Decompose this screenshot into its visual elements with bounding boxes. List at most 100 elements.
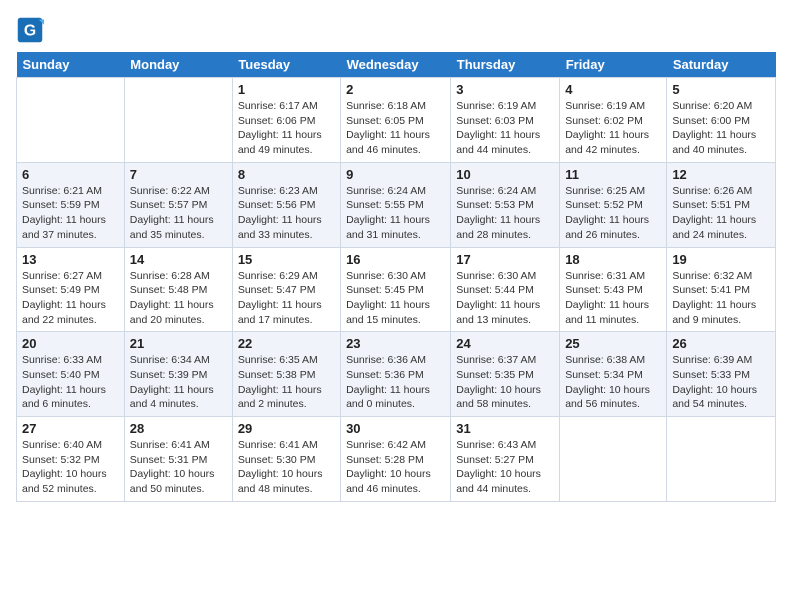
calendar-cell: 23 Sunrise: 6:36 AM Sunset: 5:36 PM Dayli… xyxy=(341,332,451,417)
calendar-cell: 5 Sunrise: 6:20 AM Sunset: 6:00 PM Daylig… xyxy=(667,78,776,163)
calendar-cell xyxy=(560,417,667,502)
calendar-cell: 3 Sunrise: 6:19 AM Sunset: 6:03 PM Daylig… xyxy=(451,78,560,163)
day-number: 19 xyxy=(672,252,770,267)
day-number: 17 xyxy=(456,252,554,267)
day-detail: Sunrise: 6:27 AM Sunset: 5:49 PM Dayligh… xyxy=(22,269,119,328)
weekday-header-saturday: Saturday xyxy=(667,52,776,78)
weekday-header-tuesday: Tuesday xyxy=(232,52,340,78)
day-number: 7 xyxy=(130,167,227,182)
calendar-cell: 16 Sunrise: 6:30 AM Sunset: 5:45 PM Dayli… xyxy=(341,247,451,332)
day-detail: Sunrise: 6:36 AM Sunset: 5:36 PM Dayligh… xyxy=(346,353,445,412)
day-detail: Sunrise: 6:37 AM Sunset: 5:35 PM Dayligh… xyxy=(456,353,554,412)
calendar-cell: 12 Sunrise: 6:26 AM Sunset: 5:51 PM Dayli… xyxy=(667,162,776,247)
svg-text:G: G xyxy=(24,22,36,39)
calendar-cell: 14 Sunrise: 6:28 AM Sunset: 5:48 PM Dayli… xyxy=(124,247,232,332)
day-detail: Sunrise: 6:30 AM Sunset: 5:44 PM Dayligh… xyxy=(456,269,554,328)
calendar-cell: 8 Sunrise: 6:23 AM Sunset: 5:56 PM Daylig… xyxy=(232,162,340,247)
day-detail: Sunrise: 6:41 AM Sunset: 5:30 PM Dayligh… xyxy=(238,438,335,497)
calendar-cell: 11 Sunrise: 6:25 AM Sunset: 5:52 PM Dayli… xyxy=(560,162,667,247)
calendar-cell xyxy=(667,417,776,502)
page-header: G xyxy=(16,16,776,44)
calendar-cell: 29 Sunrise: 6:41 AM Sunset: 5:30 PM Dayli… xyxy=(232,417,340,502)
calendar-cell: 2 Sunrise: 6:18 AM Sunset: 6:05 PM Daylig… xyxy=(341,78,451,163)
day-detail: Sunrise: 6:40 AM Sunset: 5:32 PM Dayligh… xyxy=(22,438,119,497)
day-detail: Sunrise: 6:34 AM Sunset: 5:39 PM Dayligh… xyxy=(130,353,227,412)
day-number: 18 xyxy=(565,252,661,267)
day-detail: Sunrise: 6:42 AM Sunset: 5:28 PM Dayligh… xyxy=(346,438,445,497)
day-detail: Sunrise: 6:30 AM Sunset: 5:45 PM Dayligh… xyxy=(346,269,445,328)
day-detail: Sunrise: 6:33 AM Sunset: 5:40 PM Dayligh… xyxy=(22,353,119,412)
calendar-cell: 19 Sunrise: 6:32 AM Sunset: 5:41 PM Dayli… xyxy=(667,247,776,332)
calendar-cell xyxy=(17,78,125,163)
day-number: 16 xyxy=(346,252,445,267)
day-detail: Sunrise: 6:24 AM Sunset: 5:55 PM Dayligh… xyxy=(346,184,445,243)
calendar-cell: 13Sunrise: 6:27 AM Sunset: 5:49 PM Dayli… xyxy=(17,247,125,332)
day-number: 3 xyxy=(456,82,554,97)
weekday-header-thursday: Thursday xyxy=(451,52,560,78)
day-detail: Sunrise: 6:32 AM Sunset: 5:41 PM Dayligh… xyxy=(672,269,770,328)
day-number: 9 xyxy=(346,167,445,182)
day-number: 14 xyxy=(130,252,227,267)
day-number: 20 xyxy=(22,336,119,351)
day-number: 5 xyxy=(672,82,770,97)
day-detail: Sunrise: 6:31 AM Sunset: 5:43 PM Dayligh… xyxy=(565,269,661,328)
calendar-cell: 6 Sunrise: 6:21 AM Sunset: 5:59 PM Daylig… xyxy=(17,162,125,247)
day-number: 12 xyxy=(672,167,770,182)
day-detail: Sunrise: 6:41 AM Sunset: 5:31 PM Dayligh… xyxy=(130,438,227,497)
calendar-cell xyxy=(124,78,232,163)
day-detail: Sunrise: 6:43 AM Sunset: 5:27 PM Dayligh… xyxy=(456,438,554,497)
day-number: 23 xyxy=(346,336,445,351)
day-number: 8 xyxy=(238,167,335,182)
day-number: 28 xyxy=(130,421,227,436)
logo: G xyxy=(16,16,48,44)
day-detail: Sunrise: 6:39 AM Sunset: 5:33 PM Dayligh… xyxy=(672,353,770,412)
day-number: 24 xyxy=(456,336,554,351)
day-detail: Sunrise: 6:35 AM Sunset: 5:38 PM Dayligh… xyxy=(238,353,335,412)
logo-icon: G xyxy=(16,16,44,44)
day-detail: Sunrise: 6:17 AM Sunset: 6:06 PM Dayligh… xyxy=(238,99,335,158)
day-detail: Sunrise: 6:26 AM Sunset: 5:51 PM Dayligh… xyxy=(672,184,770,243)
weekday-header-monday: Monday xyxy=(124,52,232,78)
weekday-header-friday: Friday xyxy=(560,52,667,78)
day-detail: Sunrise: 6:38 AM Sunset: 5:34 PM Dayligh… xyxy=(565,353,661,412)
day-number: 21 xyxy=(130,336,227,351)
calendar-cell: 26 Sunrise: 6:39 AM Sunset: 5:33 PM Dayli… xyxy=(667,332,776,417)
calendar-cell: 24 Sunrise: 6:37 AM Sunset: 5:35 PM Dayli… xyxy=(451,332,560,417)
calendar-cell: 18 Sunrise: 6:31 AM Sunset: 5:43 PM Dayli… xyxy=(560,247,667,332)
day-detail: Sunrise: 6:28 AM Sunset: 5:48 PM Dayligh… xyxy=(130,269,227,328)
day-detail: Sunrise: 6:20 AM Sunset: 6:00 PM Dayligh… xyxy=(672,99,770,158)
day-number: 15 xyxy=(238,252,335,267)
day-detail: Sunrise: 6:19 AM Sunset: 6:03 PM Dayligh… xyxy=(456,99,554,158)
day-number: 27 xyxy=(22,421,119,436)
day-detail: Sunrise: 6:25 AM Sunset: 5:52 PM Dayligh… xyxy=(565,184,661,243)
calendar-cell: 31 Sunrise: 6:43 AM Sunset: 5:27 PM Dayli… xyxy=(451,417,560,502)
day-number: 29 xyxy=(238,421,335,436)
weekday-header-sunday: Sunday xyxy=(17,52,125,78)
day-number: 26 xyxy=(672,336,770,351)
calendar-table: SundayMondayTuesdayWednesdayThursdayFrid… xyxy=(16,52,776,502)
day-number: 22 xyxy=(238,336,335,351)
weekday-header-wednesday: Wednesday xyxy=(341,52,451,78)
day-detail: Sunrise: 6:23 AM Sunset: 5:56 PM Dayligh… xyxy=(238,184,335,243)
day-detail: Sunrise: 6:18 AM Sunset: 6:05 PM Dayligh… xyxy=(346,99,445,158)
calendar-cell: 9 Sunrise: 6:24 AM Sunset: 5:55 PM Daylig… xyxy=(341,162,451,247)
day-detail: Sunrise: 6:29 AM Sunset: 5:47 PM Dayligh… xyxy=(238,269,335,328)
calendar-cell: 15 Sunrise: 6:29 AM Sunset: 5:47 PM Dayli… xyxy=(232,247,340,332)
day-number: 6 xyxy=(22,167,119,182)
calendar-cell: 17 Sunrise: 6:30 AM Sunset: 5:44 PM Dayli… xyxy=(451,247,560,332)
day-number: 10 xyxy=(456,167,554,182)
day-number: 31 xyxy=(456,421,554,436)
day-number: 4 xyxy=(565,82,661,97)
day-number: 11 xyxy=(565,167,661,182)
calendar-cell: 21 Sunrise: 6:34 AM Sunset: 5:39 PM Dayli… xyxy=(124,332,232,417)
calendar-cell: 25Sunrise: 6:38 AM Sunset: 5:34 PM Dayli… xyxy=(560,332,667,417)
day-detail: Sunrise: 6:21 AM Sunset: 5:59 PM Dayligh… xyxy=(22,184,119,243)
calendar-cell: 1Sunrise: 6:17 AM Sunset: 6:06 PM Daylig… xyxy=(232,78,340,163)
day-number: 2 xyxy=(346,82,445,97)
calendar-cell: 7Sunrise: 6:22 AM Sunset: 5:57 PM Daylig… xyxy=(124,162,232,247)
calendar-cell: 30 Sunrise: 6:42 AM Sunset: 5:28 PM Dayli… xyxy=(341,417,451,502)
day-detail: Sunrise: 6:24 AM Sunset: 5:53 PM Dayligh… xyxy=(456,184,554,243)
calendar-cell: 20 Sunrise: 6:33 AM Sunset: 5:40 PM Dayli… xyxy=(17,332,125,417)
calendar-cell: 22 Sunrise: 6:35 AM Sunset: 5:38 PM Dayli… xyxy=(232,332,340,417)
day-number: 30 xyxy=(346,421,445,436)
